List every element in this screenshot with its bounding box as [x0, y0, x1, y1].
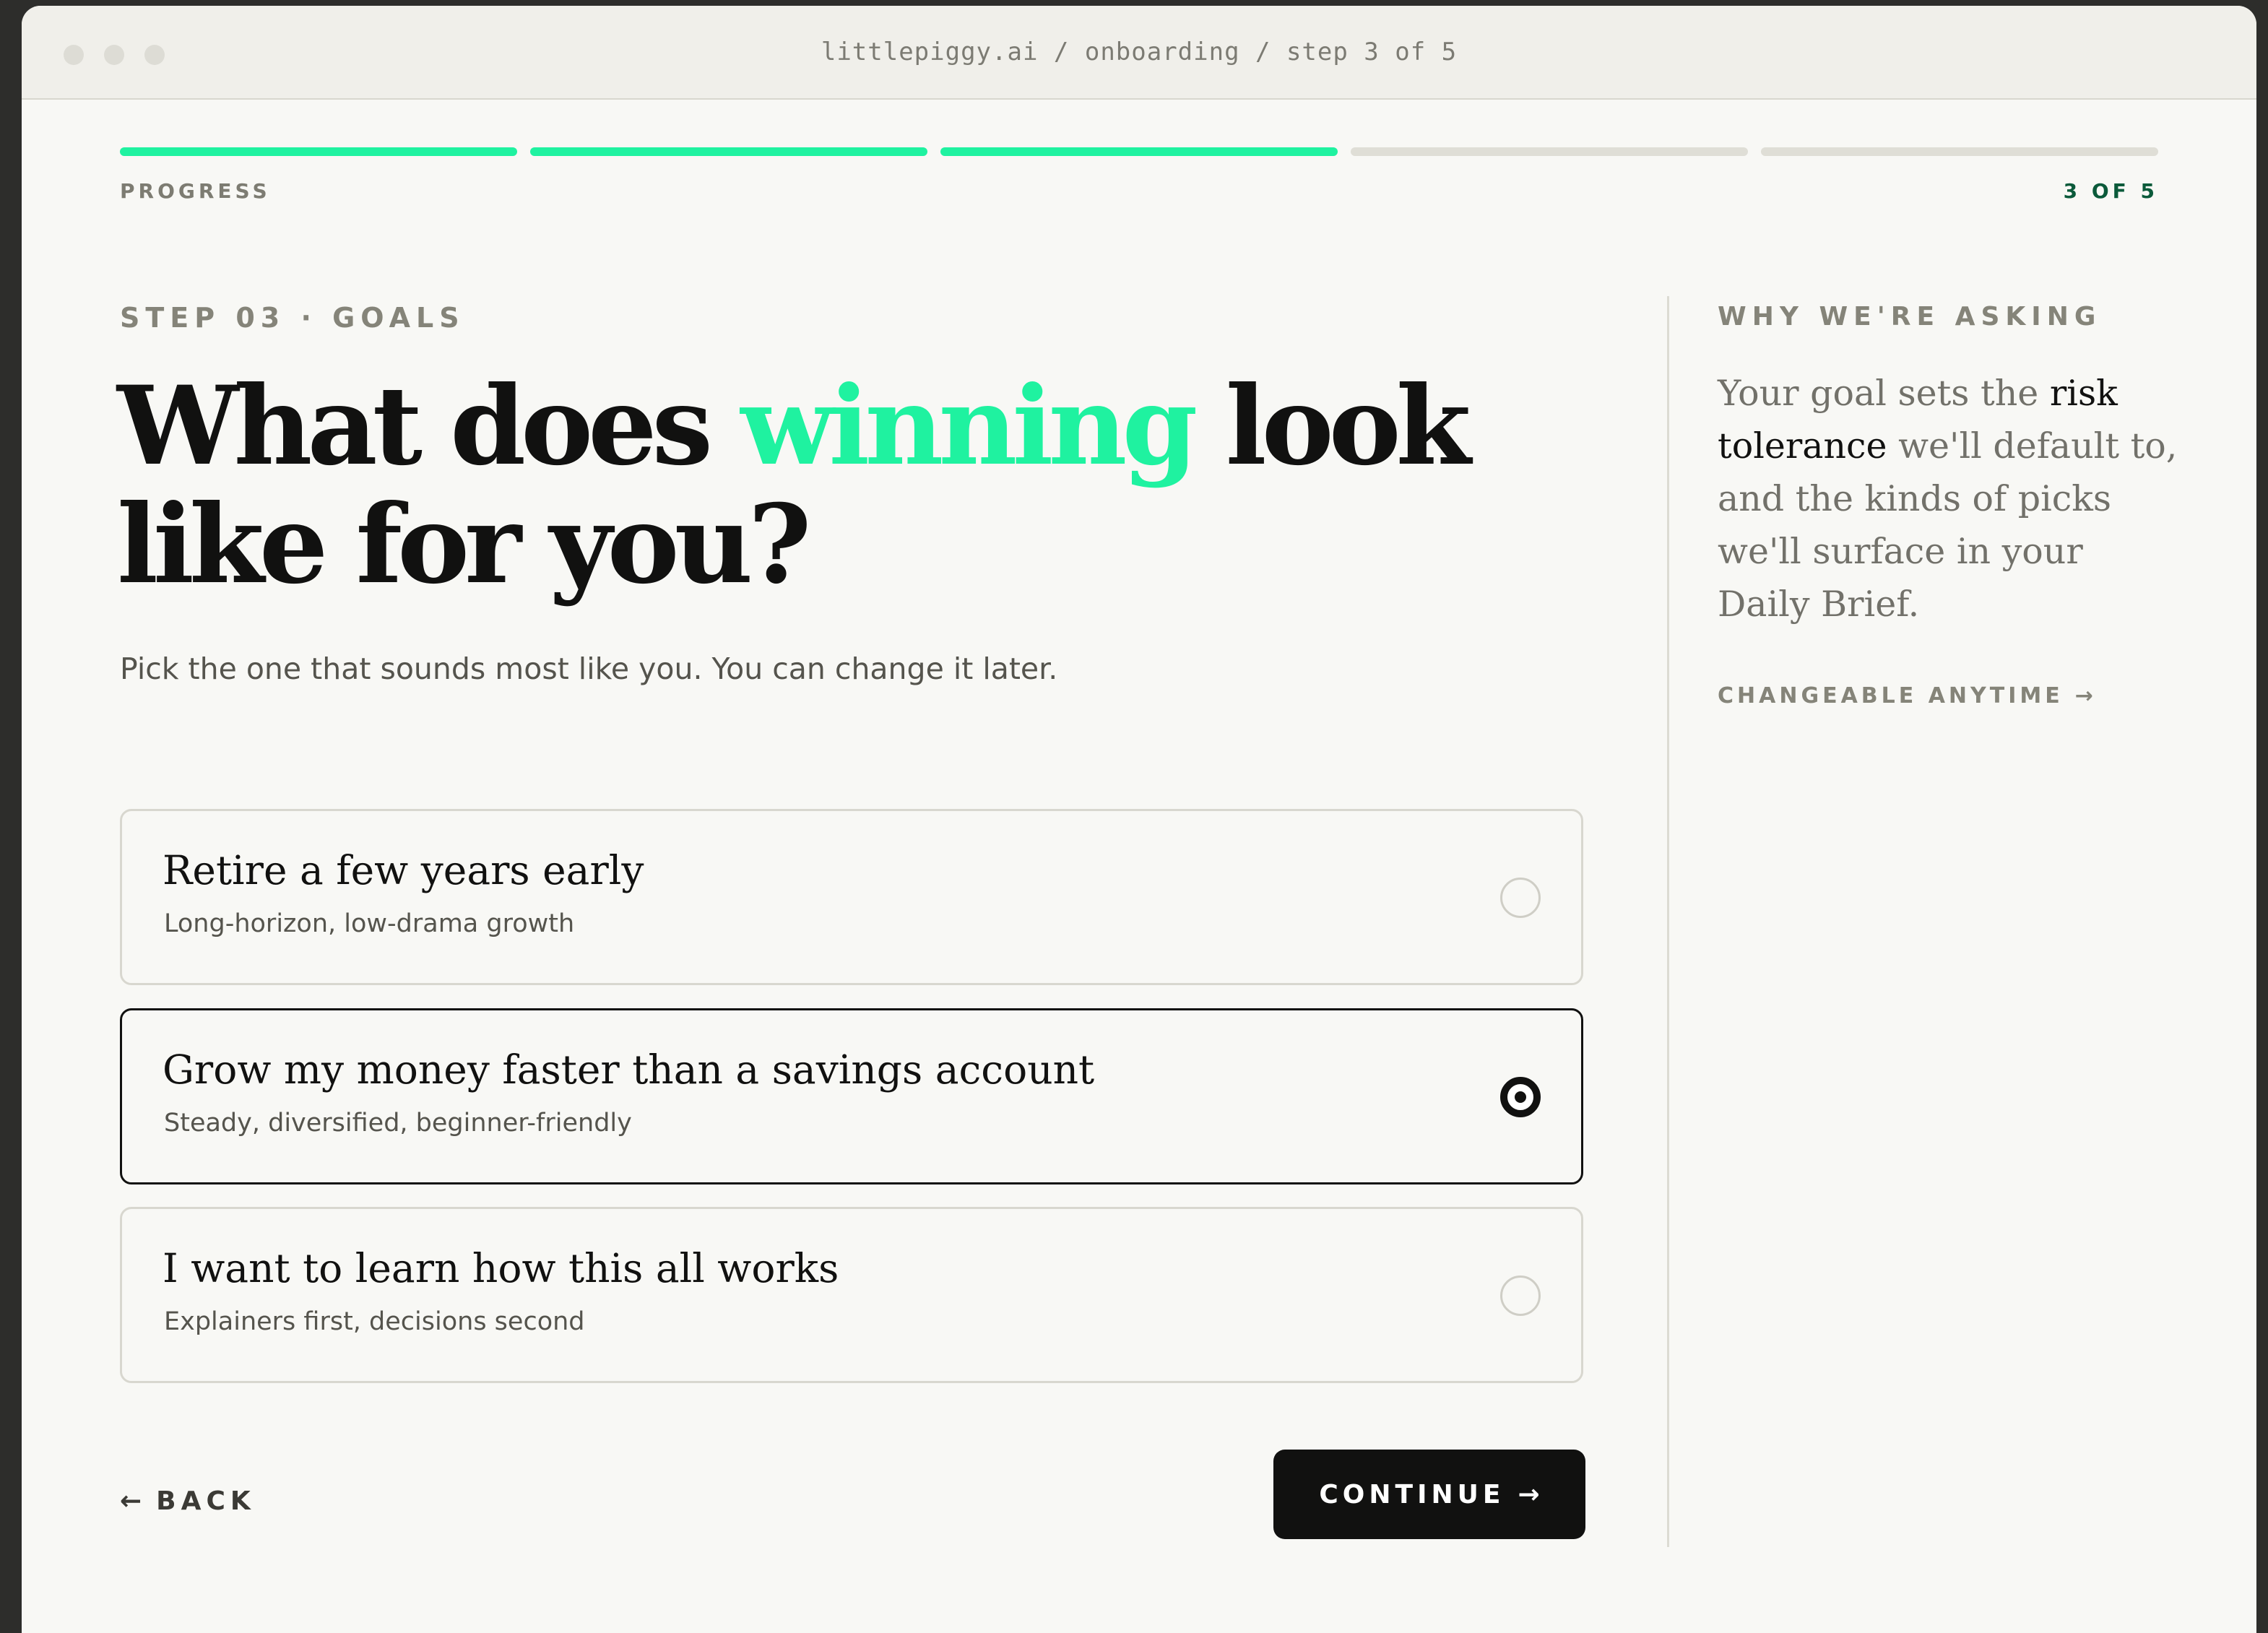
option-title: Retire a few years early [163, 847, 644, 893]
progress-segment [1761, 147, 2158, 156]
continue-label: CONTINUE [1319, 1479, 1505, 1509]
address-bar[interactable]: littlepiggy.ai / onboarding / step 3 of … [22, 38, 2256, 66]
browser-titlebar: littlepiggy.ai / onboarding / step 3 of … [22, 6, 2256, 100]
goal-option-retire-early[interactable]: Retire a few years early Long-horizon, l… [120, 809, 1583, 985]
page-subtitle: Pick the one that sounds most like you. … [120, 651, 1058, 686]
progress-label: PROGRESS [120, 179, 271, 203]
option-title: Grow my money faster than a savings acco… [163, 1047, 1095, 1093]
progress-count: 3 OF 5 [2063, 179, 2158, 203]
arrow-left-icon: ← [120, 1486, 142, 1516]
headline-accent: winning [740, 363, 1198, 490]
arrow-right-icon: → [1518, 1479, 1540, 1509]
arrow-right-icon: → [2074, 683, 2093, 709]
option-radio[interactable] [1500, 1275, 1541, 1316]
page-title: What does winning look like for you? [117, 367, 1489, 604]
changeable-label: CHANGEABLE ANYTIME [1718, 683, 2064, 709]
column-divider [1667, 296, 1669, 1547]
option-subtitle: Long-horizon, low-drama growth [164, 909, 575, 938]
goal-option-learn[interactable]: I want to learn how this all works Expla… [120, 1207, 1583, 1383]
progress-segment [120, 147, 517, 156]
sidebar-body: Your goal sets the risk tolerance we'll … [1718, 367, 2180, 631]
option-radio[interactable] [1500, 878, 1541, 918]
progress-segment [940, 147, 1338, 156]
progress-segment [530, 147, 927, 156]
option-title: I want to learn how this all works [163, 1245, 839, 1291]
progress-bar [120, 147, 2158, 156]
sidebar-title: WHY WE'RE ASKING [1718, 302, 2102, 332]
browser-window: littlepiggy.ai / onboarding / step 3 of … [22, 6, 2256, 1633]
changeable-anytime-link[interactable]: CHANGEABLE ANYTIME → [1718, 683, 2093, 709]
back-label: BACK [156, 1486, 256, 1516]
option-subtitle: Steady, diversified, beginner-friendly [164, 1109, 632, 1138]
headline-text: What does [117, 363, 741, 490]
back-button[interactable]: ← BACK [120, 1486, 256, 1516]
progress-segment [1351, 147, 1748, 156]
option-radio[interactable] [1500, 1077, 1541, 1117]
option-subtitle: Explainers first, decisions second [164, 1307, 585, 1336]
goal-option-grow-money[interactable]: Grow my money faster than a savings acco… [120, 1008, 1583, 1184]
sidebar-body-text: Your goal sets the [1718, 373, 2050, 414]
step-label: STEP 03 · GOALS [120, 302, 465, 334]
continue-button[interactable]: CONTINUE → [1273, 1450, 1585, 1539]
